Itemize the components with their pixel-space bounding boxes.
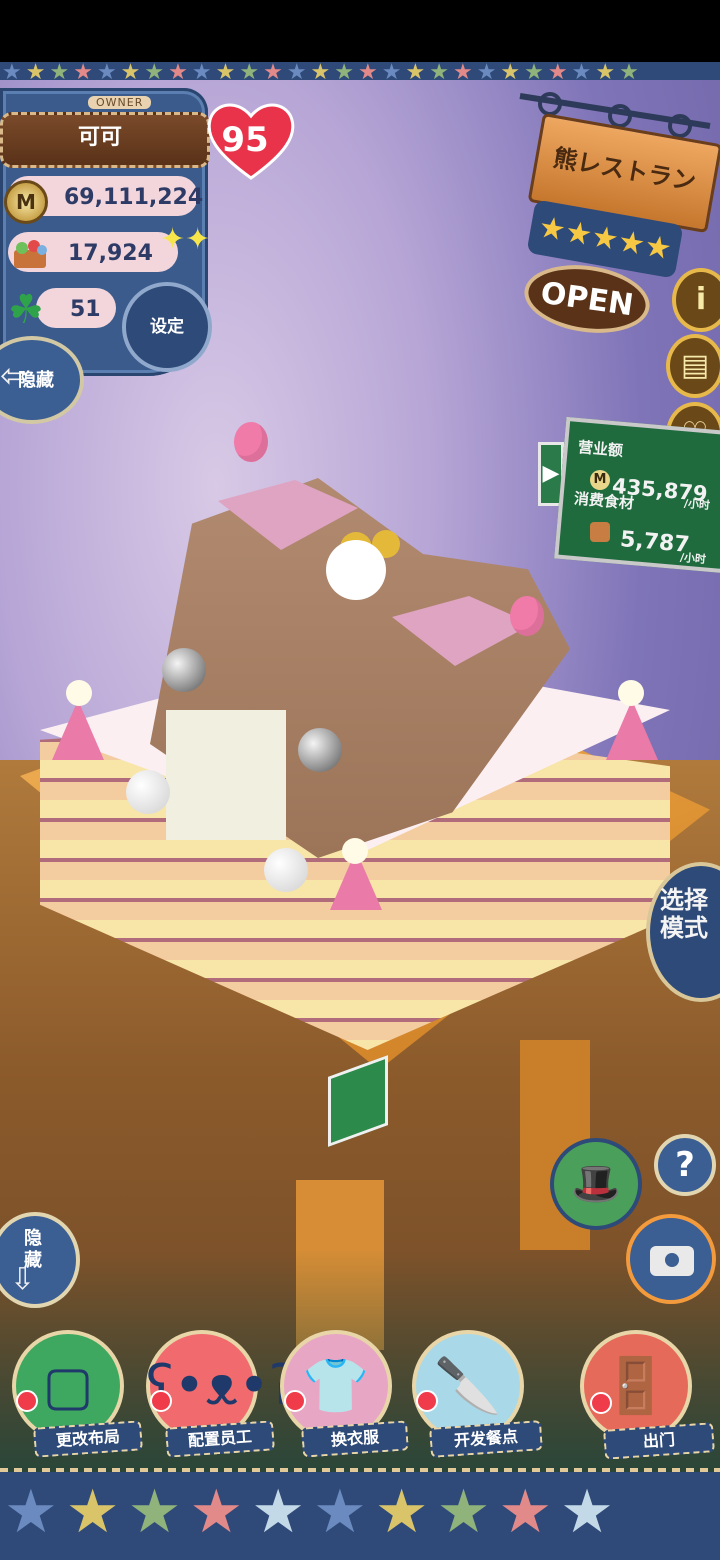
hat-pom: [618, 680, 644, 706]
select-mode-label[interactable]: 选择模式: [660, 886, 720, 942]
camera-lens-icon: [662, 1250, 682, 1270]
white-orb-decoration: [264, 848, 308, 892]
hat-icon[interactable]: 🎩: [550, 1138, 642, 1230]
bottom-star-border: ★ ★ ★ ★ ★ ★ ★ ★ ★ ★: [0, 1472, 720, 1560]
pin-icon: [16, 1390, 38, 1412]
help-button[interactable]: ?: [654, 1134, 716, 1196]
pin-icon: [150, 1390, 172, 1412]
hat-pom: [342, 838, 368, 864]
hat-pom: [66, 680, 92, 706]
money-coin-icon: M: [590, 470, 610, 490]
white-cube-block: [166, 710, 286, 840]
money-value: 69,111,224: [64, 185, 204, 210]
hide-top-label[interactable]: 隐藏: [18, 366, 54, 392]
owner-name: 可可: [77, 125, 122, 150]
top-star-border: ★ ★ ★ ★ ★ ★ ★ ★ ★ ★ ★ ★ ★ ★ ★ ★ ★ ★ ★ ★ ★ ★ ★ ★ ★ ★ ★: [0, 62, 720, 80]
player-level: 95: [221, 120, 269, 160]
disco-ball-decoration: [298, 728, 342, 772]
pin-icon: [590, 1392, 612, 1414]
revenue-unit: /小时: [683, 496, 711, 513]
food-basket-icon: [590, 522, 610, 542]
food-basket-icon: [14, 240, 47, 268]
balloon-decoration: [234, 422, 268, 462]
book-icon[interactable]: ▤: [666, 334, 720, 398]
white-orb-decoration: [126, 770, 170, 814]
bunny-staff-character[interactable]: [326, 540, 386, 600]
owner-tag-label: OWNER: [88, 96, 152, 109]
money-coin-icon: M: [4, 180, 48, 224]
settings-label[interactable]: 设定: [122, 282, 212, 372]
food-value: 17,924: [68, 241, 153, 266]
pin-icon: [416, 1390, 438, 1412]
revenue-label: 营业额: [577, 438, 624, 460]
clover-icon: ☘: [8, 287, 44, 333]
clover-value: 51: [70, 297, 101, 322]
sparkle-icon: ✦✦: [160, 222, 211, 257]
party-hat-decoration: [52, 700, 104, 760]
disco-ball-decoration: [162, 648, 206, 692]
consumption-unit: /小时: [679, 550, 707, 567]
party-hat-decoration: [606, 700, 658, 760]
arrow-down-icon: ⇩: [10, 1262, 36, 1297]
balloon-decoration: [510, 596, 544, 636]
pin-icon: [284, 1390, 306, 1412]
